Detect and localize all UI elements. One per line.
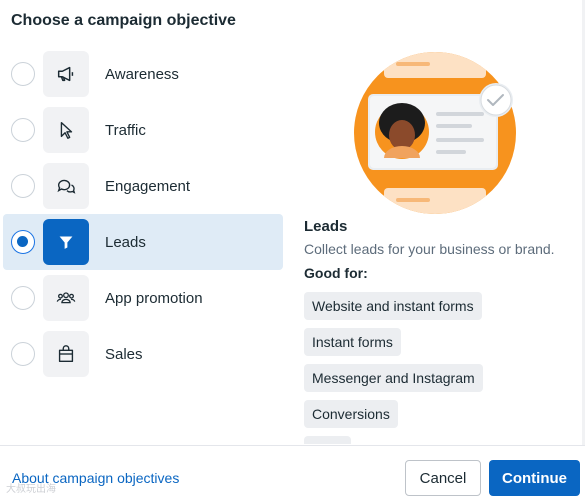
- objective-label: Sales: [105, 345, 143, 363]
- objective-label: Traffic: [105, 121, 146, 139]
- shopping-bag-icon: [43, 331, 89, 377]
- chip-website-instant-forms: Website and instant forms: [304, 292, 482, 320]
- objective-label: Awareness: [105, 65, 179, 83]
- objective-label: App promotion: [105, 289, 203, 307]
- radio-app-promotion[interactable]: [11, 286, 35, 310]
- chip-calls: Calls: [304, 436, 352, 444]
- watermark: 大叔玩出海: [6, 484, 56, 495]
- chip-conversions: Conversions: [304, 400, 398, 428]
- radio-traffic[interactable]: [11, 118, 35, 142]
- objective-detail: Leads Collect leads for your business or…: [304, 218, 584, 281]
- objective-traffic[interactable]: Traffic: [3, 102, 283, 158]
- radio-leads[interactable]: [11, 230, 35, 254]
- objective-label: Leads: [105, 233, 146, 251]
- objective-awareness[interactable]: Awareness: [3, 46, 283, 102]
- chat-bubbles-icon: [43, 163, 89, 209]
- objective-label: Engagement: [105, 177, 191, 195]
- chip-instant-forms: Instant forms: [304, 328, 401, 356]
- radio-sales[interactable]: [11, 342, 35, 366]
- funnel-icon: [43, 219, 89, 265]
- modal-footer: About campaign objectives Cancel Continu…: [0, 445, 585, 499]
- objective-leads[interactable]: Leads: [3, 214, 283, 270]
- radio-engagement[interactable]: [11, 174, 35, 198]
- objective-sales[interactable]: Sales: [3, 326, 283, 382]
- objective-app-promotion[interactable]: App promotion: [3, 270, 283, 326]
- chip-messenger-instagram: Messenger and Instagram: [304, 364, 483, 392]
- leads-illustration: [354, 52, 516, 214]
- good-for-label: Good for:: [304, 265, 368, 281]
- objective-engagement[interactable]: Engagement: [3, 158, 283, 214]
- continue-button[interactable]: Continue: [489, 460, 580, 496]
- objective-list: Awareness Traffic Engagement Leads App p…: [3, 46, 283, 382]
- cancel-button[interactable]: Cancel: [405, 460, 481, 496]
- radio-awareness[interactable]: [11, 62, 35, 86]
- detail-title: Leads: [304, 218, 348, 235]
- detail-description: Collect leads for your business or brand…: [304, 241, 555, 257]
- megaphone-icon: [43, 51, 89, 97]
- cursor-icon: [43, 107, 89, 153]
- good-for-chips[interactable]: Website and instant forms Instant forms …: [304, 292, 584, 444]
- modal-title: Choose a campaign objective: [11, 12, 236, 29]
- people-icon: [43, 275, 89, 321]
